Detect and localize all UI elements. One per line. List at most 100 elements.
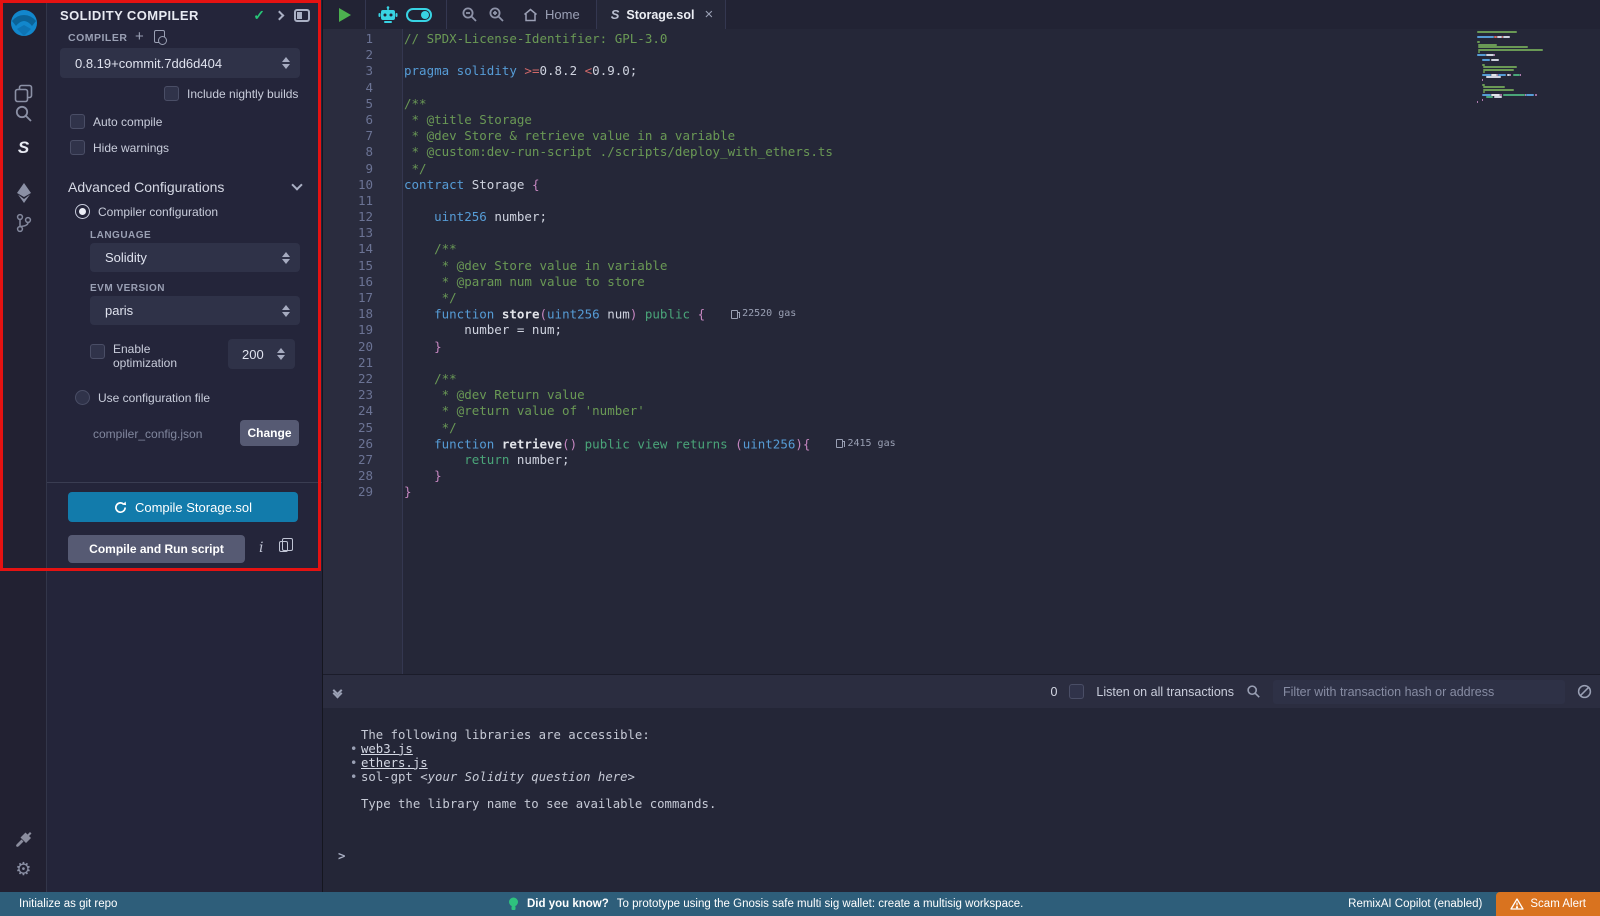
git-init-status[interactable]: Initialize as git repo <box>19 898 117 910</box>
advanced-configurations-label: Advanced Configurations <box>68 179 224 195</box>
enable-optimization-label: Enable optimization <box>113 342 177 370</box>
terminal-lines: The following libraries are accessible:•… <box>361 729 716 812</box>
select-arrows-icon <box>282 57 290 69</box>
main-area: Home S Storage.sol × 1// SPDX-License-Id… <box>322 0 1600 892</box>
tab-storage-sol[interactable]: S Storage.sol × <box>597 0 726 29</box>
terminal-output[interactable]: The following libraries are accessible:•… <box>323 708 1600 892</box>
zoom-out-icon[interactable] <box>461 6 478 23</box>
config-file-name: compiler_config.json <box>93 427 202 441</box>
hide-warnings-checkbox[interactable] <box>70 140 85 155</box>
tab-label: Storage.sol <box>626 8 694 22</box>
ethereum-icon <box>15 182 33 204</box>
pin-panel-icon[interactable] <box>294 9 310 22</box>
terminal-prompt: > <box>338 849 345 863</box>
transaction-filter-input[interactable] <box>1273 680 1565 704</box>
info-icon[interactable]: i <box>259 540 263 556</box>
compile-and-run-button[interactable]: Compile and Run script <box>68 535 245 563</box>
run-script-play-button[interactable] <box>339 8 351 22</box>
evm-version-value: paris <box>105 303 133 318</box>
use-configuration-file-label: Use configuration file <box>98 391 210 405</box>
home-tab[interactable]: Home <box>523 7 580 22</box>
zoom-in-icon[interactable] <box>488 6 505 23</box>
sidebar-item-settings[interactable]: ⚙ <box>0 852 47 886</box>
gear-icon: ⚙ <box>15 859 31 880</box>
tip-text: To prototype using the Gnosis safe multi… <box>617 898 1024 910</box>
sidebar-item-solidity-compiler[interactable]: S <box>0 131 47 165</box>
compiler-version-select[interactable]: 0.8.19+commit.7dd6d404 <box>60 48 300 78</box>
remix-logo-icon <box>8 8 40 40</box>
nightly-builds-checkbox[interactable] <box>164 86 179 101</box>
refresh-icon <box>114 501 127 514</box>
enable-optimization-checkbox[interactable] <box>90 344 105 359</box>
collapse-terminal-icon[interactable] <box>334 687 341 697</box>
compiler-version-value: 0.8.19+commit.7dd6d404 <box>75 56 222 71</box>
scam-alert-button[interactable]: Scam Alert <box>1496 892 1600 916</box>
select-arrows-icon <box>282 252 290 264</box>
advanced-configurations-header[interactable]: Advanced Configurations <box>68 179 301 195</box>
sidebar-item-plugin-manager[interactable] <box>0 822 47 856</box>
language-value: Solidity <box>105 250 147 265</box>
bulb-icon <box>508 897 519 912</box>
chevron-right-icon[interactable] <box>275 10 285 20</box>
search-icon <box>14 104 33 123</box>
compiler-configuration-radio[interactable] <box>75 204 90 219</box>
panel-title: SOLIDITY COMPILER <box>60 8 199 23</box>
change-config-button[interactable]: Change <box>240 420 299 446</box>
select-arrows-icon <box>282 305 290 317</box>
stepper-arrows-icon[interactable] <box>277 348 285 360</box>
listen-transactions-checkbox[interactable] <box>1069 684 1084 699</box>
optimization-runs-input[interactable]: 200 <box>228 339 295 369</box>
use-configuration-file-row: Use configuration file <box>75 390 210 405</box>
solidity-compiler-panel: SOLIDITY COMPILER ✓ COMPILER + 0.8.19+co… <box>47 0 322 892</box>
open-file-icon[interactable] <box>154 30 165 43</box>
home-tab-label: Home <box>545 7 580 22</box>
evm-version-label: EVM VERSION <box>90 283 165 294</box>
use-configuration-file-radio[interactable] <box>75 390 90 405</box>
terminal-link[interactable]: ethers.js <box>361 756 428 770</box>
auto-compile-label: Auto compile <box>93 115 162 129</box>
tip-title: Did you know? <box>527 898 609 910</box>
plug-icon <box>14 830 33 849</box>
listen-transactions-label: Listen on all transactions <box>1096 685 1234 699</box>
terminal-search-icon[interactable] <box>1246 684 1261 699</box>
compiler-configuration-label: Compiler configuration <box>98 205 218 219</box>
scam-alert-label: Scam Alert <box>1530 898 1586 910</box>
copy-icon[interactable] <box>279 541 288 552</box>
close-icon[interactable]: × <box>704 6 713 23</box>
code-lines: 1// SPDX-License-Identifier: GPL-3.023pr… <box>323 31 1600 500</box>
warning-icon <box>1510 898 1524 910</box>
activity-bar: S ⚙ <box>0 0 47 892</box>
remix-logo[interactable] <box>0 6 47 42</box>
ai-copilot-toggle[interactable] <box>406 8 432 22</box>
language-label: LANGUAGE <box>90 230 151 241</box>
add-compiler-icon[interactable]: + <box>135 28 144 45</box>
chevron-down-icon <box>291 179 302 190</box>
sidebar-item-git[interactable] <box>0 206 47 240</box>
home-icon <box>523 8 538 22</box>
panel-title-row: SOLIDITY COMPILER ✓ <box>47 0 322 30</box>
code-editor[interactable]: 1// SPDX-License-Identifier: GPL-3.023pr… <box>323 29 1600 703</box>
auto-compile-checkbox[interactable] <box>70 114 85 129</box>
compiler-configuration-row: Compiler configuration <box>75 204 218 219</box>
git-branch-icon <box>15 213 33 233</box>
hide-warnings-label: Hide warnings <box>93 141 169 155</box>
language-select[interactable]: Solidity <box>90 243 300 272</box>
terminal-header: 0 Listen on all transactions <box>323 674 1600 708</box>
nightly-builds-row: Include nightly builds <box>164 86 298 101</box>
evm-version-select[interactable]: paris <box>90 296 300 325</box>
clear-console-icon[interactable] <box>1577 684 1592 699</box>
copilot-status[interactable]: RemixAI Copilot (enabled) <box>1348 898 1482 910</box>
sidebar-item-deploy-run[interactable] <box>0 176 47 210</box>
compile-success-check-icon: ✓ <box>253 7 265 24</box>
auto-compile-row: Auto compile <box>70 114 162 129</box>
terminal-link[interactable]: web3.js <box>361 742 413 756</box>
solidity-file-icon: S <box>611 7 620 22</box>
hide-warnings-row: Hide warnings <box>70 140 169 155</box>
compile-button[interactable]: Compile Storage.sol <box>68 492 298 522</box>
sidebar-item-search[interactable] <box>0 96 47 130</box>
enable-optimization-row: Enable optimization <box>90 342 177 370</box>
ai-copilot-robot-icon[interactable] <box>378 6 398 24</box>
editor-minimap[interactable] <box>1477 31 1568 104</box>
remix-ide-app: S ⚙ SOLIDITY COMPILER <box>0 0 1600 892</box>
transaction-count: 0 <box>1050 685 1057 699</box>
